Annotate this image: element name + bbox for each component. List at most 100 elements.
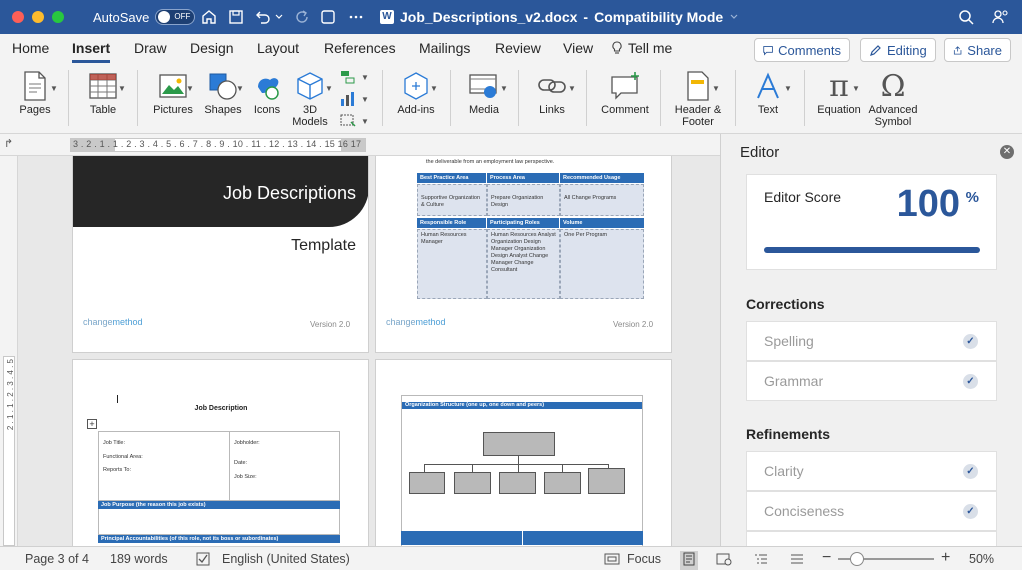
document-title[interactable]: W Job_Descriptions_v2.docx - Compatibili… (380, 9, 739, 25)
focus-icon[interactable] (604, 552, 620, 569)
job-info-table: Job Title: Functional Area: Reports To: … (98, 431, 340, 502)
text-button[interactable]: Text (748, 68, 788, 116)
icons-button[interactable]: Icons (250, 68, 284, 116)
undo-icon[interactable] (253, 7, 273, 27)
zoom-in-icon[interactable]: + (941, 549, 950, 567)
links-button[interactable]: Links (532, 68, 572, 116)
chart-icon[interactable] (340, 91, 356, 112)
vertical-ruler[interactable]: 2 . 1 . 1 . 2 . 3 . 4 . 5 (0, 156, 18, 546)
table-header: Volume (560, 218, 644, 228)
document-canvas[interactable]: Job Descriptions Template changemethod V… (18, 156, 720, 546)
spelling-row[interactable]: Spelling ✓ (746, 321, 997, 361)
print-icon[interactable] (318, 7, 338, 27)
tab-review[interactable]: Review (495, 40, 541, 56)
window-controls (12, 11, 64, 23)
table-icon (89, 73, 117, 99)
logo-text-a: change (386, 317, 416, 327)
table-header: Process Area (487, 173, 559, 183)
autosave-toggle[interactable]: OFF (155, 9, 196, 25)
page-count[interactable]: Page 3 of 4 (25, 552, 89, 566)
tab-references[interactable]: References (324, 40, 396, 56)
3d-models-button[interactable]: 3D Models (288, 68, 332, 128)
zoom-slider-handle[interactable] (850, 552, 865, 566)
pages-button[interactable]: Pages (15, 68, 55, 116)
smartart-icon[interactable] (340, 70, 356, 89)
conciseness-row[interactable]: Conciseness ✓ (746, 491, 997, 531)
page-2-thumbnail[interactable]: the deliverable from an employment law p… (375, 156, 672, 353)
draft-view-icon[interactable] (790, 552, 804, 569)
minimize-window-button[interactable] (32, 11, 44, 23)
check-icon: ✓ (963, 334, 978, 349)
table-header: Responsible Role (417, 218, 486, 228)
editing-label: Editing (887, 42, 927, 58)
comment-button[interactable]: Comment (598, 68, 652, 116)
web-layout-icon[interactable] (716, 552, 732, 569)
icons-label: Icons (253, 104, 281, 116)
changemethod-logo: changemethod (386, 317, 446, 327)
header-footer-button[interactable]: Header & Footer (672, 68, 724, 128)
pi-icon: π (829, 68, 849, 104)
ruler-ticks: 3 . 2 . 1 . 1 . 2 . 3 . 4 . 5 . 6 . 7 . … (73, 139, 362, 149)
clarity-row[interactable]: Clarity ✓ (746, 451, 997, 491)
tab-design[interactable]: Design (190, 40, 234, 56)
focus-label[interactable]: Focus (627, 552, 661, 566)
tab-stop-icon[interactable]: ↱ (4, 137, 13, 150)
page-1-thumbnail[interactable]: Job Descriptions Template changemethod V… (72, 156, 369, 353)
header-footer-label-1: Header & (674, 104, 722, 116)
tab-insert[interactable]: Insert (72, 40, 111, 63)
grammar-row[interactable]: Grammar ✓ (746, 361, 997, 401)
close-window-button[interactable] (12, 11, 24, 23)
tab-layout[interactable]: Layout (257, 40, 299, 56)
zoom-out-icon[interactable]: − (822, 549, 831, 567)
word-count[interactable]: 189 words (110, 552, 168, 566)
page-3-thumbnail[interactable]: Job Description + Job Title: Functional … (72, 359, 369, 546)
cube-icon (297, 72, 323, 100)
close-pane-icon[interactable]: ✕ (1000, 145, 1014, 159)
job-size-label: Job Size: (234, 474, 257, 480)
language[interactable]: English (United States) (222, 552, 350, 566)
autosave-state: OFF (174, 12, 191, 21)
date-label: Date: (234, 460, 248, 466)
add-ins-label: Add-ins (397, 104, 435, 116)
tab-home[interactable]: Home (12, 40, 49, 56)
more-icon[interactable] (346, 7, 366, 27)
tab-draw[interactable]: Draw (134, 40, 167, 56)
org-chart-frame: Organization Structure (one up, one down… (401, 395, 643, 546)
check-icon: ✓ (963, 374, 978, 389)
reports-to-label: Reports To: (103, 467, 132, 473)
horizontal-ruler[interactable]: ↱ 3 . 2 . 1 . 1 . 2 . 3 . 4 . 5 . 6 . 7 … (0, 134, 720, 156)
save-icon[interactable] (226, 7, 246, 27)
zoom-window-button[interactable] (52, 11, 64, 23)
proofing-icon[interactable] (196, 552, 210, 569)
home-icon[interactable] (199, 7, 219, 27)
page-4-thumbnail[interactable]: Organization Structure (one up, one down… (375, 359, 672, 546)
job-description-title: Job Description (194, 405, 248, 412)
outline-view-icon[interactable] (754, 552, 768, 569)
comments-button[interactable]: Comments (754, 38, 850, 62)
version-label: Version 2.0 (310, 320, 351, 329)
share-label: Share (967, 42, 1002, 58)
corrections-heading: Corrections (746, 296, 825, 312)
search-icon[interactable] (956, 7, 976, 27)
zoom-level[interactable]: 50% (969, 552, 994, 566)
tab-view[interactable]: View (563, 40, 593, 56)
3d-models-label-1: 3D (302, 104, 318, 116)
org-box-peer (409, 472, 445, 494)
editing-button[interactable]: Editing (860, 38, 936, 62)
editor-pane: Editor ✕ Editor Score 100 % Corrections … (720, 134, 1022, 546)
share-button[interactable]: Share (944, 38, 1011, 62)
undo-dropdown-icon[interactable] (272, 7, 286, 27)
screenshot-icon[interactable] (340, 113, 356, 132)
table-header: Best Practice Area (417, 173, 486, 183)
org-structure-header: Organization Structure (one up, one down… (402, 402, 642, 409)
print-layout-icon[interactable] (680, 551, 698, 570)
tell-me[interactable]: Tell me (611, 40, 672, 56)
autosave-label: AutoSave (93, 9, 150, 25)
account-icon[interactable] (990, 7, 1010, 27)
cover-title: Job Descriptions (222, 183, 356, 203)
advanced-symbol-button[interactable]: Ω Advanced Symbol (864, 68, 922, 129)
tab-mailings[interactable]: Mailings (419, 40, 470, 56)
logo-text-b: method (112, 317, 143, 327)
redo-icon[interactable] (292, 7, 312, 27)
table-move-handle-icon[interactable]: + (87, 419, 97, 429)
